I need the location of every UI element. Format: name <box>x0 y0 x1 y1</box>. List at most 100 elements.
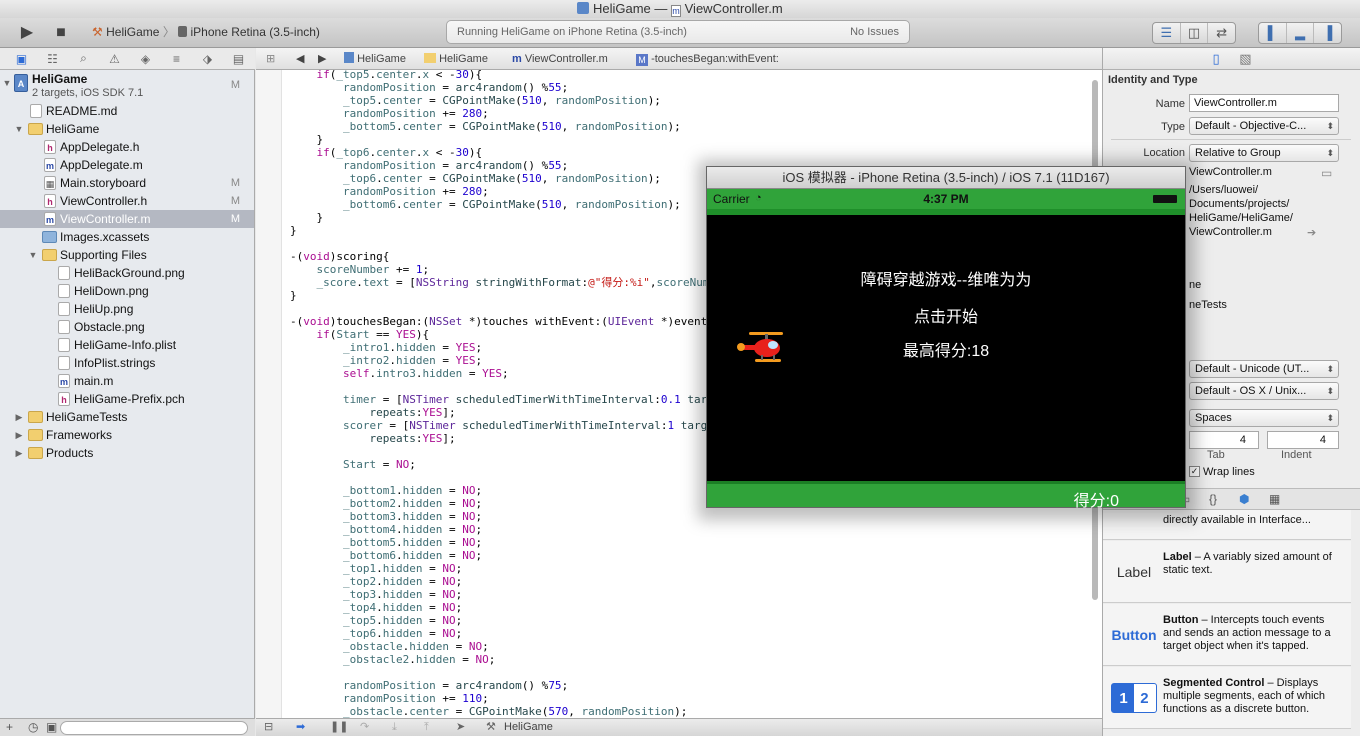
line-endings-popup[interactable]: Default - OS X / Unix... <box>1189 382 1339 400</box>
jump-crumb-group[interactable]: HeliGame <box>424 48 488 70</box>
step-over-icon[interactable]: ↷ <box>360 719 369 736</box>
navigator-filter-input[interactable] <box>60 721 248 735</box>
nav-row-appdelegate-m[interactable]: m AppDelegate.m <box>0 156 254 174</box>
choose-folder-icon[interactable]: ▭ <box>1321 166 1332 180</box>
editor-gutter[interactable] <box>256 70 282 718</box>
jump-crumb-project[interactable]: HeliGame <box>344 48 406 70</box>
jump-crumb-method[interactable]: M -touchesBegan:withEvent: <box>636 48 779 70</box>
test-navigator-icon[interactable]: ◈ <box>130 52 161 66</box>
storyboard-file-icon: ▦ <box>44 176 56 190</box>
symbol-navigator-icon[interactable]: ☷ <box>37 52 68 66</box>
step-out-icon[interactable]: ⤒ <box>424 719 429 736</box>
simulator-titlebar[interactable]: iOS 模拟器 - iPhone Retina (3.5-inch) / iOS… <box>707 167 1185 189</box>
disclosure-open-icon[interactable]: ▼ <box>28 246 38 264</box>
text-encoding-popup[interactable]: Default - Unicode (UT... <box>1189 360 1339 378</box>
nav-label: Obstacle.png <box>74 320 145 334</box>
location-popup[interactable]: Relative to Group <box>1189 144 1339 162</box>
nav-row-storyboard[interactable]: ▦ Main.storyboard M <box>0 174 254 192</box>
ios-simulator-window[interactable]: iOS 模拟器 - iPhone Retina (3.5-inch) / iOS… <box>706 166 1186 510</box>
library-item-segmented[interactable]: 1 2 Segmented Control – Displays multipl… <box>1103 667 1351 729</box>
indent-using-popup[interactable]: Spaces <box>1189 409 1339 427</box>
indent-width-field[interactable]: 4 <box>1267 431 1339 449</box>
related-items-icon[interactable]: ⊞ <box>266 48 275 70</box>
type-popup[interactable]: Default - Objective-C... <box>1189 117 1339 135</box>
utilities-toggle-icon[interactable]: ▐ <box>1314 23 1341 43</box>
nav-row-tests-group[interactable]: ▶ HeliGameTests <box>0 408 254 426</box>
tap-to-start-label: 点击开始 <box>913 309 978 326</box>
nav-row-info-plist[interactable]: HeliGame-Info.plist <box>0 336 254 354</box>
nav-row-heli-up[interactable]: HeliUp.png <box>0 300 254 318</box>
nav-row-viewcontroller-h[interactable]: h ViewController.h M <box>0 192 254 210</box>
nav-row-xcassets[interactable]: Images.xcassets <box>0 228 254 246</box>
breakpoint-navigator-icon[interactable]: ⬗ <box>192 52 223 66</box>
full-path-line: ViewController.m <box>1189 226 1272 238</box>
add-icon[interactable]: + <box>6 720 13 734</box>
disclosure-closed-icon[interactable]: ▶ <box>14 426 24 444</box>
nav-row-infoplist-strings[interactable]: InfoPlist.strings <box>0 354 254 372</box>
name-field[interactable]: ViewController.m <box>1189 94 1339 112</box>
disclosure-closed-icon[interactable]: ▶ <box>14 408 24 426</box>
search-navigator-icon[interactable]: ⌕ <box>68 51 99 66</box>
disclosure-closed-icon[interactable]: ▶ <box>14 444 24 462</box>
back-arrow-icon[interactable]: ◀ <box>296 48 304 70</box>
header-file-icon: h <box>58 392 70 406</box>
nav-row-heli-background[interactable]: HeliBackGround.png <box>0 264 254 282</box>
jump-crumb-file[interactable]: m ViewController.m <box>512 48 608 70</box>
recent-files-icon[interactable]: ◷ <box>28 720 38 734</box>
hide-debug-area-icon[interactable]: ⊟ <box>264 719 273 736</box>
step-into-icon[interactable]: ⤓ <box>392 719 397 736</box>
nav-row-products[interactable]: ▶ Products <box>0 444 254 462</box>
breakpoints-toggle-icon[interactable]: ➡ <box>296 719 305 736</box>
navigator-filter-bar: + ◷ ▣ <box>0 718 255 736</box>
log-navigator-icon[interactable]: ▤ <box>223 52 254 66</box>
location-icon[interactable]: ➤ <box>456 719 465 736</box>
forward-arrow-icon[interactable]: ▶ <box>318 48 326 70</box>
header-file-icon: h <box>44 194 56 208</box>
crumb-label: -touchesBegan:withEvent: <box>651 53 779 65</box>
view-toggle-control[interactable]: ▌ ▂ ▐ <box>1258 22 1342 44</box>
nav-row-project[interactable]: ▼ A HeliGame 2 targets, iOS SDK 7.1 M <box>0 70 254 100</box>
library-item-label[interactable]: Label Label – A variably sized amount of… <box>1103 541 1351 603</box>
inspector-selector-bar: ▯ ▧ <box>1103 48 1360 70</box>
scm-filter-icon[interactable]: ▣ <box>46 720 57 734</box>
pause-icon[interactable]: ❚❚ <box>330 719 348 736</box>
object-library-icon[interactable]: ⬢ <box>1239 492 1249 506</box>
quick-help-icon[interactable]: ▧ <box>1239 51 1251 66</box>
nav-row-main-m[interactable]: m main.m <box>0 372 254 390</box>
debug-toggle-icon[interactable]: ▂ <box>1287 23 1315 43</box>
nav-row-prefix-pch[interactable]: h HeliGame-Prefix.pch <box>0 390 254 408</box>
crumb-label: ViewController.m <box>524 53 608 65</box>
library-item-title: Segmented Control <box>1163 677 1265 689</box>
library-item-button[interactable]: Button Button – Intercepts touch events … <box>1103 604 1351 666</box>
disclosure-open-icon[interactable]: ▼ <box>2 74 12 92</box>
issue-navigator-icon[interactable]: ⚠ <box>99 52 130 66</box>
run-button[interactable]: ▶ <box>16 22 38 44</box>
nav-row-readme[interactable]: README.md <box>0 102 254 120</box>
code-snippet-library-icon[interactable]: {} <box>1209 492 1217 506</box>
nav-row-heli-down[interactable]: HeliDown.png <box>0 282 254 300</box>
clock-label: 4:37 PM <box>923 192 969 206</box>
debug-navigator-icon[interactable]: ≡ <box>161 52 192 66</box>
disclosure-open-icon[interactable]: ▼ <box>14 120 24 138</box>
nav-row-supporting-files[interactable]: ▼ Supporting Files <box>0 246 254 264</box>
navigator-toggle-icon[interactable]: ▌ <box>1259 23 1287 43</box>
standard-editor-icon[interactable]: ☰ <box>1153 23 1181 43</box>
media-library-icon[interactable]: ▦ <box>1269 492 1280 506</box>
scheme-selector[interactable]: ⚒ HeliGame 〉 iPhone Retina (3.5-inch) <box>92 21 338 43</box>
tab-width-field[interactable]: 4 <box>1189 431 1259 449</box>
nav-row-appdelegate-h[interactable]: h AppDelegate.h <box>0 138 254 156</box>
project-navigator-icon[interactable]: ▣ <box>6 52 37 66</box>
file-inspector-icon[interactable]: ▯ <box>1212 51 1219 66</box>
segmented-control-icon: 1 2 <box>1111 683 1157 713</box>
stop-button[interactable]: ■ <box>50 22 72 44</box>
nav-row-viewcontroller-m[interactable]: m ViewController.m M <box>0 210 254 228</box>
source-code[interactable]: if(_top5.center.x < -30){ randomPosition… <box>290 70 760 718</box>
image-file-icon <box>58 320 70 334</box>
assistant-editor-icon[interactable]: ◫ <box>1181 23 1209 43</box>
version-editor-icon[interactable]: ⇄ <box>1208 23 1235 43</box>
nav-row-heligame-group[interactable]: ▼ HeliGame <box>0 120 254 138</box>
editor-mode-control[interactable]: ☰ ◫ ⇄ <box>1152 22 1236 44</box>
nav-row-obstacle[interactable]: Obstacle.png <box>0 318 254 336</box>
reveal-in-finder-icon[interactable]: ➔ <box>1307 226 1316 239</box>
nav-row-frameworks[interactable]: ▶ Frameworks <box>0 426 254 444</box>
